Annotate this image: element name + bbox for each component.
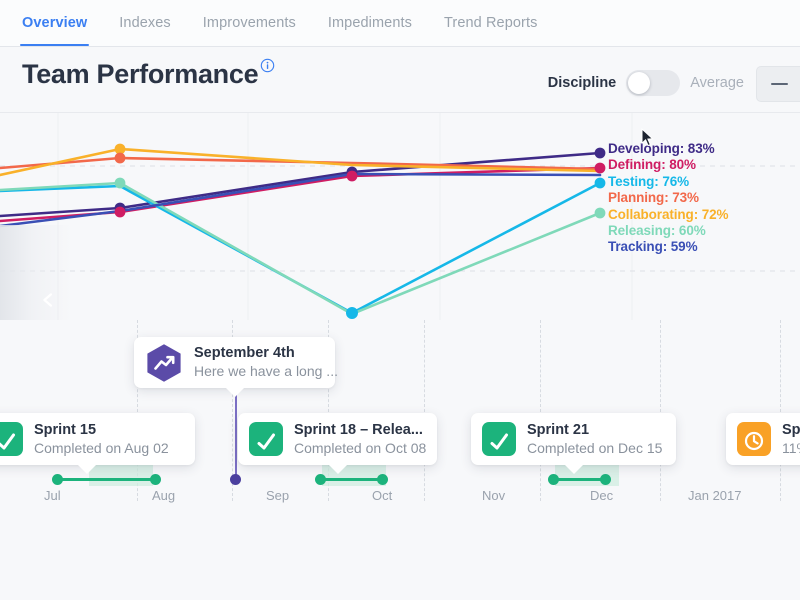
calendar-check-icon	[482, 422, 516, 456]
discipline-average-switch[interactable]	[626, 70, 680, 96]
tab-label: Trend Reports	[444, 15, 537, 31]
sprint-card-subtitle: Completed on Oct 08	[294, 439, 426, 458]
month-label: Nov	[482, 488, 505, 503]
page-title-text: Team Performance	[22, 59, 258, 89]
chart-series-lines	[0, 149, 600, 314]
series-line-tracking	[0, 174, 600, 226]
month-label: Aug	[152, 488, 175, 503]
card-arrow	[77, 464, 97, 474]
card-arrow	[328, 464, 348, 474]
sprint-card-title: Sprint 21	[527, 421, 662, 439]
sprint-card[interactable]: Sprint 18 – Relea... Completed on Oct 08	[238, 413, 437, 465]
calendar-check-icon	[0, 422, 23, 456]
sprint-start-dot[interactable]	[548, 474, 559, 485]
tab-indexes[interactable]: Indexes	[119, 0, 171, 46]
toggle-label-discipline: Discipline	[548, 75, 617, 91]
legend-item-developing[interactable]: Developing: 83%	[608, 141, 728, 157]
month-label: Jul	[44, 488, 61, 503]
sprint-end-dot[interactable]	[150, 474, 161, 485]
mouse-cursor-icon	[641, 128, 655, 148]
tab-bar-divider	[0, 46, 800, 47]
series-line-testing	[0, 183, 600, 313]
sprint-end-dot[interactable]	[377, 474, 388, 485]
calendar-clock-icon	[737, 422, 771, 456]
page-title: Team Performance	[22, 58, 275, 90]
month-label: Jan 2017	[688, 488, 742, 503]
sprint-bar[interactable]	[320, 478, 382, 481]
tab-label: Impediments	[328, 15, 412, 31]
performance-dashboard: Overview Indexes Improvements Impediment…	[0, 0, 800, 600]
collapse-button[interactable]	[756, 66, 800, 102]
timeline-gridline	[660, 320, 661, 501]
sprint-card-title: Sprint 18 – Relea...	[294, 421, 426, 439]
legend-item-defining[interactable]: Defining: 80%	[608, 157, 728, 173]
toggle-label-average: Average	[690, 75, 744, 91]
calendar-check-icon	[249, 422, 283, 456]
month-label: Oct	[372, 488, 392, 503]
sprint-start-dot[interactable]	[52, 474, 63, 485]
sprint-card-title: Sp	[782, 421, 800, 439]
sprint-card-title: Sprint 15	[34, 421, 169, 439]
trending-up-hexagon-icon	[145, 343, 183, 383]
sprint-timeline: Jul Aug Sep Oct Nov Dec Jan 2017 Septemb…	[0, 320, 800, 600]
legend-item-collaborating[interactable]: Collaborating: 72%	[608, 207, 728, 223]
timeline-gridline	[780, 320, 781, 501]
minus-icon	[771, 83, 788, 85]
tab-label: Improvements	[203, 15, 296, 31]
sprint-bar[interactable]	[57, 478, 155, 481]
month-label: Sep	[266, 488, 289, 503]
legend-item-releasing[interactable]: Releasing: 60%	[608, 223, 728, 239]
sprint-card-subtitle: 11%	[782, 439, 800, 458]
legend-item-tracking[interactable]: Tracking: 59%	[608, 239, 728, 255]
info-circle-icon[interactable]	[260, 58, 275, 73]
tab-impediments[interactable]: Impediments	[328, 0, 412, 46]
legend-item-testing[interactable]: Testing: 76%	[608, 174, 728, 190]
timeline-gridline	[540, 320, 541, 501]
sprint-card-subtitle: Completed on Dec 15	[527, 439, 662, 458]
sprint-end-dot[interactable]	[600, 474, 611, 485]
sprint-card[interactable]: Sp 11%	[726, 413, 800, 465]
sprint-card[interactable]: Sprint 21 Completed on Dec 15	[471, 413, 676, 465]
milestone-title: September 4th	[194, 344, 338, 362]
chart-legend: Developing: 83% Defining: 80% Testing: 7…	[608, 141, 728, 256]
timeline-gridline	[424, 320, 425, 501]
milestone-dot[interactable]	[230, 474, 241, 485]
tab-list: Overview Indexes Improvements Impediment…	[22, 0, 569, 46]
tab-bar: Overview Indexes Improvements Impediment…	[0, 0, 800, 47]
switch-knob	[628, 72, 650, 94]
series-line-releasing	[0, 183, 600, 314]
tab-trend-reports[interactable]: Trend Reports	[444, 0, 537, 46]
month-label: Dec	[590, 488, 613, 503]
sprint-bar[interactable]	[553, 478, 605, 481]
milestone-subtitle: Here we have a long ...	[194, 362, 338, 381]
chevron-left-icon[interactable]	[40, 292, 56, 308]
chart-left-fade	[0, 225, 72, 322]
timeline-band: Jul Aug Sep Oct Nov Dec Jan 2017	[0, 320, 800, 501]
sprint-card-subtitle: Completed on Aug 02	[34, 439, 169, 458]
chart-vertical-separators	[58, 113, 632, 321]
tab-label: Overview	[22, 15, 87, 31]
tab-improvements[interactable]: Improvements	[203, 0, 296, 46]
sprint-start-dot[interactable]	[315, 474, 326, 485]
series-line-defining	[0, 168, 600, 221]
legend-item-planning[interactable]: Planning: 73%	[608, 190, 728, 206]
sprint-card[interactable]: Sprint 15 Completed on Aug 02	[0, 413, 195, 465]
tab-overview[interactable]: Overview	[22, 0, 87, 46]
card-arrow	[564, 464, 584, 474]
discipline-average-toggle-group: Discipline Average	[548, 70, 744, 96]
tab-label: Indexes	[119, 15, 171, 31]
milestone-tooltip-card[interactable]: September 4th Here we have a long ...	[134, 337, 335, 388]
tooltip-arrow	[225, 387, 245, 397]
